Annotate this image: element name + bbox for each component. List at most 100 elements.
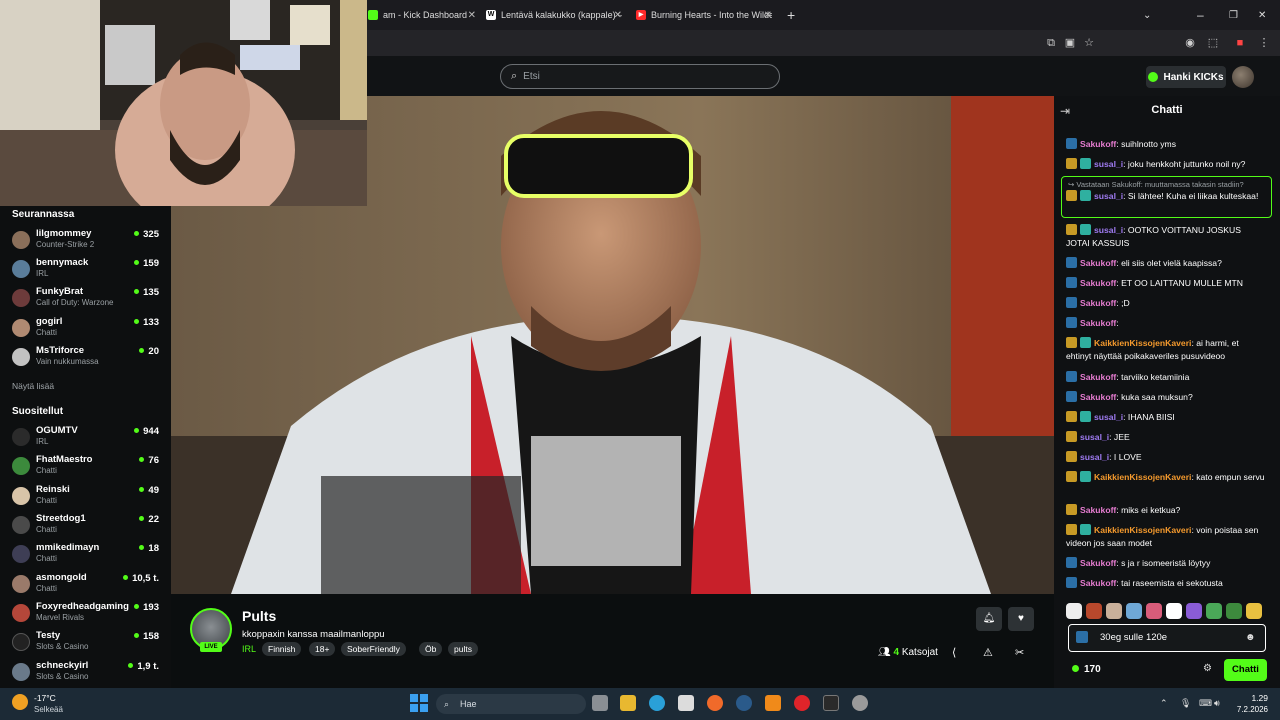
chat-message[interactable]: Sakukoff: tarviiko ketamiinia bbox=[1066, 371, 1266, 384]
chat-username[interactable]: Sakukoff bbox=[1080, 278, 1116, 288]
chat-username[interactable]: KaikkienKissojenKaveri bbox=[1094, 472, 1191, 482]
notification-bell-button[interactable]: 🔔︎ bbox=[976, 607, 1002, 631]
kicks-balance[interactable]: 170 bbox=[1072, 664, 1101, 675]
new-tab-button[interactable]: + bbox=[787, 4, 801, 26]
close-icon[interactable]: ✕ bbox=[468, 10, 476, 21]
share-icon[interactable]: ⟨ bbox=[952, 646, 956, 659]
chat-username[interactable]: Sakukoff bbox=[1080, 558, 1116, 568]
chat-username[interactable]: Sakukoff bbox=[1080, 298, 1116, 308]
vlc-icon[interactable] bbox=[765, 695, 781, 711]
close-icon[interactable]: ✕ bbox=[764, 10, 772, 21]
emote-icon[interactable] bbox=[1166, 603, 1182, 619]
emote-icon[interactable] bbox=[1066, 603, 1082, 619]
emote-icon[interactable] bbox=[1126, 603, 1142, 619]
sidebar-item-foxyredheadgaming[interactable]: Foxyredheadgaming Marvel Rivals 193 bbox=[0, 601, 171, 629]
media-icon[interactable]: ▣ bbox=[1064, 37, 1076, 49]
sidebar-item-lilgmommey[interactable]: lilgmommey Counter-Strike 2 325 bbox=[0, 228, 171, 256]
chat-message[interactable]: KaikkienKissojenKaveri: voin poistaa sen… bbox=[1066, 524, 1266, 550]
chat-username[interactable]: KaikkienKissojenKaveri bbox=[1094, 525, 1191, 535]
emote-icon[interactable] bbox=[1226, 603, 1242, 619]
tag-pults[interactable]: pults bbox=[448, 642, 478, 656]
chat-username[interactable]: susal_i bbox=[1094, 225, 1123, 235]
sidebar-item-streetdog1[interactable]: Streetdog1 Chatti 22 bbox=[0, 513, 171, 541]
start-button[interactable] bbox=[410, 694, 428, 712]
chat-username[interactable]: susal_i bbox=[1080, 432, 1109, 442]
sidebar-item-testy[interactable]: Testy Slots & Casino 158 bbox=[0, 630, 171, 658]
volume-icon[interactable]: 🔊︎ bbox=[1214, 698, 1220, 709]
sidebar-item-asmongold[interactable]: asmongold Chatti 10,5 t. bbox=[0, 572, 171, 600]
tag-18plus[interactable]: 18+ bbox=[309, 642, 336, 656]
window-close-icon[interactable]: ✕ bbox=[1258, 4, 1266, 26]
network-icon[interactable]: ⌨ bbox=[1199, 698, 1212, 709]
emoji-picker-icon[interactable]: ☻ bbox=[1245, 632, 1256, 643]
store-icon[interactable] bbox=[678, 695, 694, 711]
chat-username[interactable]: Sakukoff bbox=[1080, 578, 1116, 588]
show-more-link[interactable]: Näytä lisää bbox=[12, 381, 54, 391]
adblock-icon[interactable]: ■ bbox=[1234, 37, 1246, 49]
sidebar-item-fhatmaestro[interactable]: FhatMaestro Chatti 76 bbox=[0, 454, 171, 482]
channel-name[interactable]: Pults bbox=[242, 608, 276, 624]
chat-message[interactable]: susal_i: I LOVE bbox=[1066, 451, 1266, 464]
emote-icon[interactable] bbox=[1146, 603, 1162, 619]
terminal-icon[interactable] bbox=[823, 695, 839, 711]
emote-icon[interactable] bbox=[1246, 603, 1262, 619]
account-icon[interactable]: ◉ bbox=[1184, 37, 1196, 49]
chat-message[interactable]: Sakukoff: tai raseemista ei sekotusta bbox=[1066, 577, 1266, 590]
chat-message[interactable]: susal_i: OOTKO VOITTANU JOSKUS JOTAI KAS… bbox=[1066, 224, 1266, 250]
tag-soberfriendly[interactable]: SoberFriendly bbox=[341, 642, 406, 656]
chat-username[interactable]: susal_i bbox=[1094, 412, 1123, 422]
chat-message[interactable]: Sakukoff: suihlnotto yms bbox=[1066, 138, 1266, 151]
emote-icon[interactable] bbox=[1086, 603, 1102, 619]
chat-message[interactable]: Sakukoff: miks ei ketkua? bbox=[1066, 504, 1266, 517]
obs-icon[interactable] bbox=[852, 695, 868, 711]
menu-kebab-icon[interactable]: ⋮ bbox=[1258, 37, 1270, 49]
sidebar-item-schneckyirl[interactable]: schneckyirl Slots & Casino 1,9 t. bbox=[0, 660, 171, 688]
chat-send-button[interactable]: Chatti bbox=[1224, 659, 1267, 681]
extensions-icon[interactable]: ⬚ bbox=[1207, 37, 1219, 49]
clock-date[interactable]: 7.2.2026 bbox=[1224, 705, 1268, 714]
weather-temperature[interactable]: -17°C bbox=[34, 693, 56, 703]
browser-tab-wikipedia[interactable]: W Lentävä kalakukko (kappale) – W ✕ bbox=[486, 4, 622, 26]
maximize-icon[interactable]: ❐ bbox=[1229, 4, 1238, 26]
screenshot-icon[interactable]: ⧉ bbox=[1045, 37, 1057, 49]
chat-message[interactable]: susal_i: IHANA BIISI bbox=[1066, 411, 1266, 424]
browser-tab-kick-dashboard[interactable]: am - Kick Dashboard ✕ bbox=[368, 4, 476, 26]
sidebar-item-funkybrat[interactable]: FunkyBrat Call of Duty: Warzone 135 bbox=[0, 286, 171, 314]
chat-message[interactable]: KaikkienKissojenKaveri: kato empun servu bbox=[1066, 471, 1266, 484]
chat-message[interactable]: susal_i: JEE bbox=[1066, 431, 1266, 444]
emote-icon[interactable] bbox=[1206, 603, 1222, 619]
chat-username[interactable]: Sakukoff bbox=[1080, 139, 1116, 149]
task-view-icon[interactable] bbox=[592, 695, 608, 711]
sidebar-item-ogumtv[interactable]: OGUMTV IRL 944 bbox=[0, 425, 171, 453]
clip-icon[interactable]: ✂ bbox=[1015, 646, 1024, 659]
browser-tab-youtube[interactable]: ▶ Burning Hearts - Into the Wilde ✕ bbox=[636, 4, 772, 26]
steam-icon[interactable] bbox=[736, 695, 752, 711]
sidebar-item-mmikedimayn[interactable]: mmikedimayn Chatti 18 bbox=[0, 542, 171, 570]
chat-username[interactable]: KaikkienKissojenKaveri bbox=[1094, 338, 1191, 348]
chat-username[interactable]: susal_i bbox=[1080, 452, 1109, 462]
chat-message[interactable]: susal_i: joku henkkoht juttunko noil ny? bbox=[1066, 158, 1266, 171]
tag-ob[interactable]: Öb bbox=[419, 642, 443, 656]
chat-message[interactable]: Sakukoff: ET OO LAITTANU MULLE MTN bbox=[1066, 277, 1266, 290]
sidebar-item-mstriforce[interactable]: MsTriforce Vain nukkumassa 20 bbox=[0, 345, 171, 373]
weather-icon[interactable] bbox=[12, 694, 28, 710]
firefox-icon[interactable] bbox=[707, 695, 723, 711]
minimize-icon[interactable]: – bbox=[1197, 4, 1204, 26]
chat-settings-gear-icon[interactable]: ⚙ bbox=[1203, 663, 1212, 674]
search-input[interactable]: ⌕ Etsi bbox=[500, 64, 780, 89]
taskbar-search-input[interactable]: ⌕ Hae bbox=[436, 694, 586, 714]
tray-chevron-icon[interactable]: ⌃ bbox=[1160, 698, 1168, 709]
chat-message[interactable]: Sakukoff: s ja r isomeeristä löytyy bbox=[1066, 557, 1266, 570]
chat-username[interactable]: Sakukoff bbox=[1080, 318, 1116, 328]
chat-username[interactable]: Sakukoff bbox=[1080, 505, 1116, 515]
sidebar-item-reinski[interactable]: Reinski Chatti 49 bbox=[0, 484, 171, 512]
chat-message[interactable]: Sakukoff: bbox=[1066, 317, 1266, 330]
chat-username[interactable]: Sakukoff bbox=[1080, 372, 1116, 382]
chat-message[interactable]: susal_i: Si lähtee! Kuha ei liikaa kulte… bbox=[1066, 190, 1266, 203]
sidebar-item-gogirl[interactable]: gogirl Chatti 133 bbox=[0, 316, 171, 344]
report-icon[interactable]: ⚠ bbox=[983, 646, 993, 659]
chat-message[interactable]: Sakukoff: ;D bbox=[1066, 297, 1266, 310]
sidebar-item-bennymack[interactable]: bennymack IRL 159 bbox=[0, 257, 171, 285]
chat-message[interactable]: KaikkienKissojenKaveri: ai harmi, et eht… bbox=[1066, 337, 1266, 363]
chat-username[interactable]: Sakukoff bbox=[1080, 258, 1116, 268]
